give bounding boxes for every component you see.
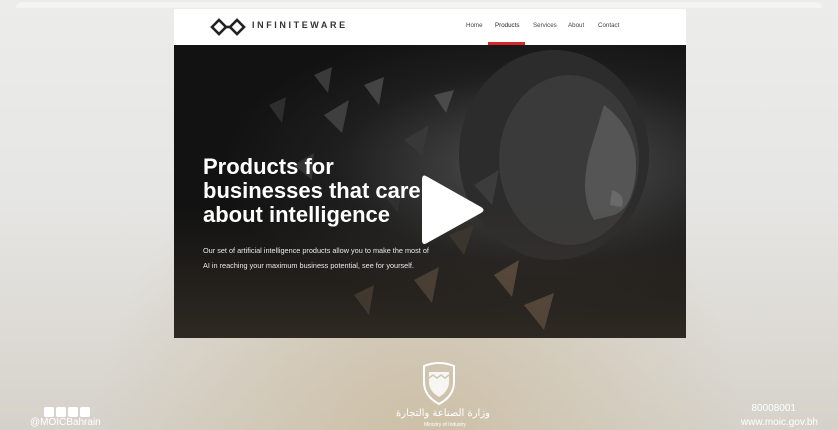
- ministry-name-arabic: وزارة الصناعة والتجارة: [396, 408, 490, 419]
- social-handle: @MOICBahrain: [30, 417, 101, 428]
- play-icon[interactable]: [420, 172, 486, 248]
- video-frame-edge: [16, 2, 822, 8]
- infinity-logo-icon: [210, 18, 246, 36]
- phone-number: 80008001: [751, 403, 797, 414]
- website-url: www.moic.gov.bh: [740, 417, 818, 428]
- social-icons: [44, 404, 92, 417]
- description-line: AI in reaching your maximum business pot…: [203, 261, 414, 270]
- facebook-icon[interactable]: [56, 407, 66, 417]
- youtube-icon[interactable]: [80, 407, 90, 417]
- bahrain-emblem-icon: [423, 362, 455, 406]
- nav-services[interactable]: Services: [533, 22, 557, 29]
- brand-name: INFINITEWARE: [252, 20, 348, 30]
- nav-home[interactable]: Home: [466, 22, 483, 29]
- instagram-icon[interactable]: [68, 407, 78, 417]
- nav-products[interactable]: Products: [495, 22, 519, 29]
- twitter-icon[interactable]: [44, 407, 54, 417]
- site-navbar: INFINITEWARE Home Products Services Abou…: [174, 9, 686, 46]
- nav-contact[interactable]: Contact: [598, 22, 619, 29]
- ministry-name-english: Ministry of Industry: [424, 422, 466, 428]
- nav-about[interactable]: About: [568, 22, 584, 29]
